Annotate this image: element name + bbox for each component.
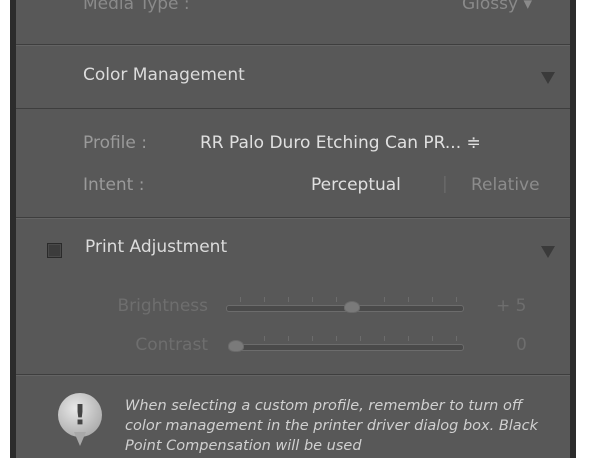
collapse-triangle-icon[interactable] bbox=[541, 246, 555, 258]
contrast-label: Contrast bbox=[135, 335, 208, 355]
intent-perceptual-option[interactable]: Perceptual bbox=[311, 175, 401, 195]
section-divider-highlight bbox=[16, 375, 570, 376]
profile-label: Profile : bbox=[83, 133, 147, 153]
info-alert-icon: ! bbox=[58, 393, 102, 437]
media-type-dropdown[interactable]: Glossy ▾ bbox=[462, 0, 532, 14]
intent-label: Intent : bbox=[83, 175, 145, 195]
contrast-value: 0 bbox=[516, 335, 527, 355]
intent-separator: | bbox=[442, 174, 448, 194]
brightness-label: Brightness bbox=[117, 296, 208, 316]
panel-content: Media Type : Glossy ▾ Color Management P… bbox=[16, 0, 570, 458]
panel-right-border bbox=[570, 0, 576, 458]
color-management-header[interactable]: Color Management bbox=[16, 46, 570, 108]
print-adjustment-title: Print Adjustment bbox=[85, 237, 228, 257]
color-management-title: Color Management bbox=[83, 65, 245, 85]
media-type-row: Media Type : Glossy ▾ bbox=[16, 0, 570, 44]
media-type-label: Media Type : bbox=[83, 0, 190, 14]
contrast-slider-thumb[interactable] bbox=[228, 340, 244, 352]
section-divider bbox=[16, 108, 570, 109]
brightness-slider-thumb[interactable] bbox=[344, 301, 360, 313]
intent-relative-option[interactable]: Relative bbox=[471, 175, 540, 195]
color-management-note: When selecting a custom profile, remembe… bbox=[125, 398, 539, 454]
print-settings-panel: Media Type : Glossy ▾ Color Management P… bbox=[10, 0, 576, 458]
contrast-slider-track[interactable] bbox=[230, 344, 464, 351]
print-adjustment-header[interactable]: Print Adjustment bbox=[16, 219, 570, 279]
brightness-value: + 5 bbox=[496, 296, 527, 316]
collapse-triangle-icon[interactable] bbox=[541, 72, 555, 84]
info-alert-icon-tail bbox=[74, 432, 86, 446]
profile-select[interactable]: RR Palo Duro Etching Can PR... ≑ bbox=[200, 133, 481, 153]
print-adjustment-checkbox[interactable] bbox=[47, 243, 62, 258]
